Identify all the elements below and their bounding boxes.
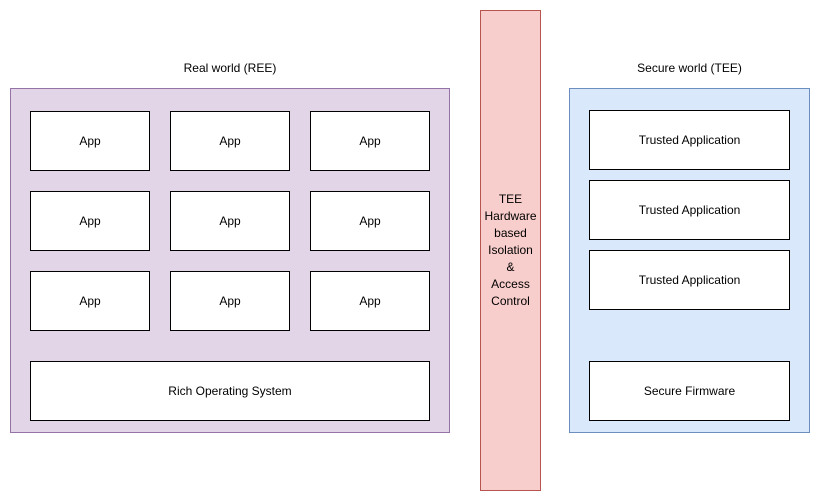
app-box: App [30,191,150,251]
tee-isolation-bar: TEE Hardware based Isolation & Access Co… [480,10,541,491]
secure-firmware-box: Secure Firmware [589,361,790,421]
app-box: App [310,191,430,251]
app-box: App [170,191,290,251]
app-box: App [30,111,150,171]
rich-operating-system-box: Rich Operating System [30,361,430,421]
trusted-application-box: Trusted Application [589,180,790,240]
app-box: App [170,111,290,171]
app-box: App [310,111,430,171]
app-box: App [310,271,430,331]
trusted-application-box: Trusted Application [589,250,790,310]
tee-zone-title: Secure world (TEE) [637,61,742,75]
ree-zone-title: Real world (REE) [183,61,277,75]
app-box: App [30,271,150,331]
diagram-canvas: Real world (REE) App App App App App App… [0,0,820,501]
trusted-application-box: Trusted Application [589,110,790,170]
app-box: App [170,271,290,331]
tee-isolation-bar-label: TEE Hardware based Isolation & Access Co… [484,192,537,308]
